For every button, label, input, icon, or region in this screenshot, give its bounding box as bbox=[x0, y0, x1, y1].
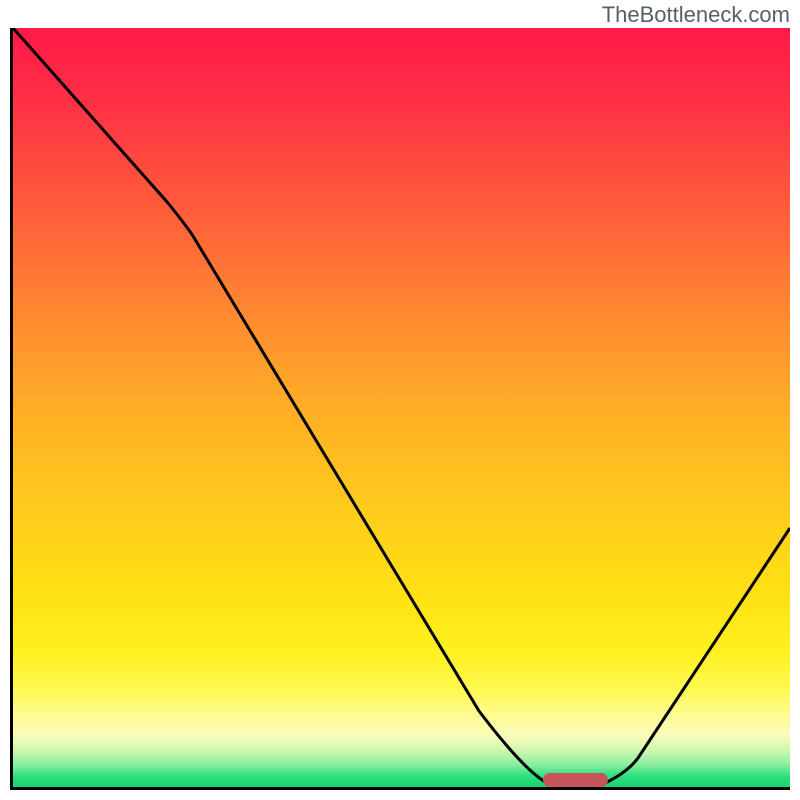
watermark-text: TheBottleneck.com bbox=[602, 2, 790, 28]
chart-container: TheBottleneck.com bbox=[0, 0, 800, 800]
curve-svg bbox=[13, 28, 790, 787]
bottleneck-curve-path bbox=[13, 28, 790, 784]
chart-plot-area bbox=[10, 28, 790, 790]
optimal-marker bbox=[543, 773, 608, 787]
